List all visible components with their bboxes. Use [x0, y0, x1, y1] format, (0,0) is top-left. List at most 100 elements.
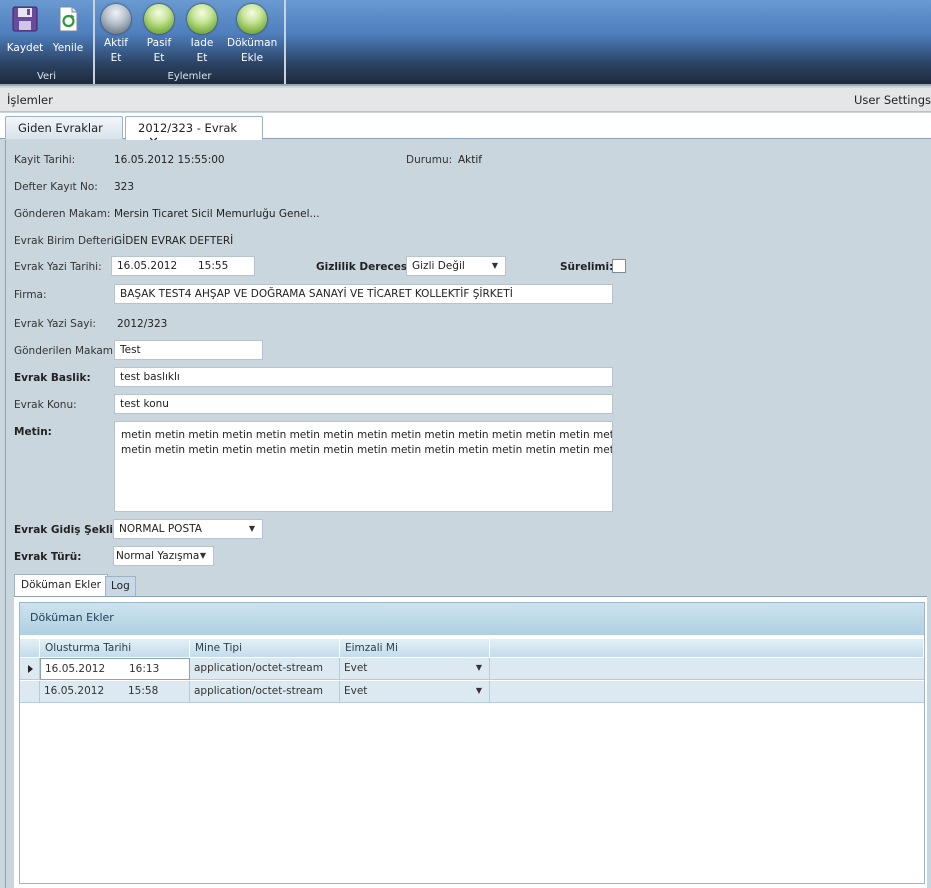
add-document-button[interactable]: Döküman Ekle	[227, 4, 277, 66]
metin-textarea[interactable]: metin metin metin metin metin metin meti…	[114, 421, 613, 512]
grey-orb-icon	[101, 4, 131, 34]
durumu-label: Durumu:	[406, 154, 453, 166]
column-header-eimzali-mi[interactable]: Eimzali Mi	[340, 639, 490, 657]
gonderilen-makam-value: Test	[120, 344, 141, 356]
konu-label: Evrak Konu:	[14, 399, 77, 411]
cell-eimzali-mi[interactable]: Evet	[340, 681, 490, 703]
return-button[interactable]: Iade Et	[179, 4, 225, 66]
evrak-form: Kayit Tarihi: 16.05.2012 15:55:00 Durumu…	[5, 140, 931, 888]
firma-value: BAŞAK TEST4 AHŞAP VE DOĞRAMA SANAYİ VE T…	[120, 288, 513, 300]
document-tabstrip: Giden Evraklar 2012/323 - Evrak ✕	[0, 113, 931, 150]
cell-date: 16.05.2012	[44, 685, 105, 697]
gizlilik-label: Gizlilik Derecesi:	[316, 261, 415, 273]
return-button-label-1: Iade	[190, 37, 214, 49]
gizlilik-select[interactable]: Gizli Değil	[406, 256, 506, 276]
konu-field[interactable]: test konu	[114, 394, 613, 414]
defter-kayit-label: Defter Kayıt No:	[14, 181, 98, 193]
defter-kayit-value: 323	[114, 181, 135, 193]
yazi-sayi-label: Evrak Yazi Sayi:	[14, 318, 96, 330]
activate-button[interactable]: Aktif Et	[93, 4, 139, 66]
user-settings-link[interactable]: User Settings	[854, 93, 931, 107]
yazi-tarihi-date: 16.05.2012	[117, 260, 178, 272]
gonderen-makam-label: Gönderen Makam:	[14, 208, 111, 220]
attachments-grid: Döküman Ekler Olusturma Tarihi Mine Tipi…	[19, 602, 925, 884]
cell-eimzali-mi[interactable]: Evet	[340, 658, 490, 680]
birim-defteri-value: GİDEN EVRAK DEFTERİ	[114, 235, 234, 247]
firma-field[interactable]: BAŞAK TEST4 AHŞAP VE DOĞRAMA SANAYİ VE T…	[114, 284, 613, 304]
cell-time: 16:13	[129, 663, 160, 675]
tab-evrak-detail[interactable]: 2012/323 - Evrak ✕	[125, 116, 263, 150]
ribbon-group-eylemler: Aktif Et Pasif Et Iade Et Döküman Ekle E…	[95, 0, 286, 84]
konu-value: test konu	[120, 398, 169, 410]
baslik-label: Evrak Baslik:	[14, 372, 91, 384]
ribbon-group-eylemler-title: Eylemler	[167, 71, 212, 82]
refresh-button[interactable]: Yenile	[45, 4, 91, 56]
gidis-sekli-label: Evrak Gidiş Şekli:	[14, 524, 118, 536]
tab-label: Döküman Ekler	[21, 579, 101, 591]
kayit-tarihi-label: Kayit Tarihi:	[14, 154, 76, 166]
yazi-tarihi-label: Evrak Yazi Tarihi:	[14, 261, 102, 273]
green-orb-icon	[187, 4, 217, 34]
grid-title: Döküman Ekler	[20, 603, 924, 635]
current-row-indicator	[20, 658, 40, 680]
baslik-value: test baslıklı	[120, 371, 180, 383]
activate-button-label-1: Aktif	[104, 37, 128, 49]
return-button-label-2: Et	[196, 52, 208, 64]
gonderilen-makam-label: Gönderilen Makam:	[14, 345, 117, 357]
yazi-tarihi-field[interactable]: 16.05.2012 15:55	[111, 256, 255, 276]
firma-label: Firma:	[14, 289, 47, 301]
ribbon-group-veri: Kaydet Yenile Veri	[0, 0, 95, 84]
yazi-tarihi-time: 15:55	[198, 260, 229, 272]
deactivate-button[interactable]: Pasif Et	[136, 4, 182, 66]
tab-label: 2012/323 - Evrak	[138, 121, 238, 135]
add-document-button-label-2: Ekle	[240, 52, 264, 64]
deactivate-button-label-1: Pasif	[146, 37, 172, 49]
surelimi-checkbox[interactable]	[612, 259, 626, 273]
green-orb-icon	[237, 4, 267, 34]
refresh-page-icon	[59, 6, 78, 32]
floppy-disk-icon	[12, 6, 38, 32]
tab-log[interactable]: Log	[105, 576, 136, 596]
metin-line-2: metin metin metin metin metin metin meti…	[121, 444, 613, 456]
save-button-label: Kaydet	[6, 42, 44, 54]
table-row[interactable]: 16.05.2012 16:13 application/octet-strea…	[20, 658, 924, 680]
evrak-turu-label: Evrak Türü:	[14, 551, 82, 563]
birim-defteri-label: Evrak Birim Defteri:	[14, 235, 118, 247]
gidis-sekli-select[interactable]: NORMAL POSTA	[113, 519, 263, 539]
tab-label: Log	[111, 580, 130, 592]
kayit-tarihi-value: 16.05.2012 15:55:00	[114, 154, 225, 166]
deactivate-button-label-2: Et	[153, 52, 165, 64]
refresh-button-label: Yenile	[52, 42, 84, 54]
cell-mine-tipi[interactable]: application/octet-stream	[190, 681, 340, 703]
cell-date: 16.05.2012	[45, 663, 106, 675]
gidis-sekli-value: NORMAL POSTA	[119, 523, 202, 535]
dokuman-ekler-panel: Döküman Ekler Olusturma Tarihi Mine Tipi…	[14, 596, 927, 888]
table-row[interactable]: 16.05.2012 15:58 application/octet-strea…	[20, 681, 924, 703]
column-header-olusturma-tarihi[interactable]: Olusturma Tarihi	[40, 639, 190, 657]
evrak-turu-select[interactable]: Normal Yazışma	[113, 546, 214, 566]
grid-row-indicator-header	[20, 639, 40, 657]
cell-time: 15:58	[128, 685, 159, 697]
row-indicator	[20, 681, 40, 703]
evrak-turu-value: Normal Yazışma	[116, 550, 200, 562]
gizlilik-value: Gizli Değil	[412, 260, 465, 272]
yazi-sayi-value: 2012/323	[117, 318, 168, 330]
metin-label: Metin:	[14, 426, 52, 438]
operations-bar: İşlemler User Settings	[0, 88, 931, 112]
save-button[interactable]: Kaydet	[2, 4, 48, 56]
gonderilen-makam-field[interactable]: Test	[114, 340, 263, 360]
gonderen-makam-value: Mersin Ticaret Sicil Memurluğu Genel...	[114, 208, 320, 220]
ribbon-toolbar: Kaydet Yenile Veri Aktif Et Pasif Et Iad…	[0, 0, 931, 86]
activate-button-label-2: Et	[110, 52, 122, 64]
tab-label: Giden Evraklar	[18, 121, 103, 135]
metin-line-1: metin metin metin metin metin metin meti…	[121, 429, 613, 441]
tab-giden-evraklar[interactable]: Giden Evraklar	[5, 116, 123, 139]
surelimi-label: Sürelimi:	[560, 261, 614, 273]
cell-olusturma-tarihi[interactable]: 16.05.2012 15:58	[40, 681, 190, 703]
cell-mine-tipi[interactable]: application/octet-stream	[190, 658, 340, 680]
cell-olusturma-tarihi[interactable]: 16.05.2012 16:13	[40, 658, 190, 680]
add-document-button-label-1: Döküman	[227, 37, 278, 49]
baslik-field[interactable]: test baslıklı	[114, 367, 613, 387]
column-header-mine-tipi[interactable]: Mine Tipi	[190, 639, 340, 657]
tab-dokuman-ekler[interactable]: Döküman Ekler	[14, 574, 108, 596]
